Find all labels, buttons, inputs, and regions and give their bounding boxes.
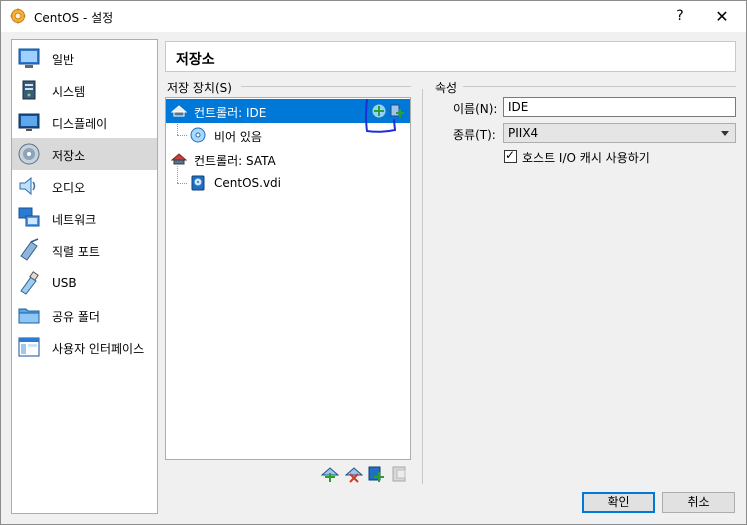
sidebar-item-label: 시스템 bbox=[52, 85, 86, 99]
sidebar-item-label: USB bbox=[52, 276, 77, 290]
sidebar-item-label: 디스플레이 bbox=[52, 117, 108, 131]
tree-item-empty-drive[interactable]: 비어 있음 bbox=[166, 123, 410, 147]
virtualbox-gear-icon bbox=[10, 8, 26, 24]
remove-attachment-icon[interactable] bbox=[391, 465, 409, 483]
name-label: 이름(N): bbox=[453, 102, 498, 116]
controller-icon bbox=[171, 105, 187, 117]
tree-item-sata-controller[interactable]: 컨트롤러: SATA bbox=[166, 147, 410, 171]
add-optical-drive-icon[interactable] bbox=[371, 103, 387, 119]
storage-tree[interactable]: 컨트롤러: IDE 비어 있음 컨트롤러: SATA CentOS.vdi bbox=[165, 97, 411, 460]
display-icon bbox=[18, 113, 40, 131]
window-title: CentOS - 설정 bbox=[34, 11, 114, 25]
sidebar-item-label: 사용자 인터페이스 bbox=[52, 342, 145, 356]
settings-window: CentOS - 설정 ? ✕ 일반 시스템 디스플레이 저장소 오디오 네트워… bbox=[0, 0, 747, 525]
help-button[interactable]: ? bbox=[657, 1, 703, 32]
sidebar-item-usb[interactable]: USB bbox=[12, 267, 157, 299]
sidebar-item-network[interactable]: 네트워크 bbox=[12, 202, 157, 234]
type-select[interactable]: PIIX4 bbox=[503, 123, 736, 143]
page-title: 저장소 bbox=[176, 52, 215, 68]
general-icon bbox=[18, 48, 40, 68]
tree-item-label: 비어 있음 bbox=[214, 130, 262, 144]
tree-item-ide-controller[interactable]: 컨트롤러: IDE bbox=[166, 99, 410, 123]
hard-disk-icon bbox=[191, 175, 205, 191]
user-interface-icon bbox=[18, 337, 40, 357]
sidebar-item-label: 공유 폴더 bbox=[52, 310, 100, 324]
sidebar-item-system[interactable]: 시스템 bbox=[12, 74, 157, 106]
shared-folder-icon bbox=[18, 308, 40, 324]
sidebar-item-label: 일반 bbox=[52, 53, 75, 67]
host-io-cache-label[interactable]: 호스트 I/O 캐시 사용하기 bbox=[522, 149, 650, 166]
settings-sidebar: 일반 시스템 디스플레이 저장소 오디오 네트워크 직렬 포트 USB 공유 폴… bbox=[11, 39, 158, 514]
sidebar-item-label: 네트워크 bbox=[52, 213, 97, 227]
sidebar-item-serial-port[interactable]: 직렬 포트 bbox=[12, 234, 157, 266]
sidebar-item-display[interactable]: 디스플레이 bbox=[12, 106, 157, 138]
name-input[interactable] bbox=[503, 97, 736, 117]
sidebar-item-label: 저장소 bbox=[52, 149, 86, 163]
type-select-value: PIIX4 bbox=[508, 126, 539, 140]
add-attachment-icon[interactable] bbox=[368, 465, 386, 483]
group-separator bbox=[463, 86, 736, 87]
ok-button[interactable]: 확인 bbox=[582, 492, 655, 513]
add-controller-icon[interactable] bbox=[321, 465, 339, 483]
remove-controller-icon[interactable] bbox=[345, 465, 363, 483]
sidebar-item-label: 직렬 포트 bbox=[52, 245, 100, 259]
checkmark-icon: ✓ bbox=[505, 148, 516, 162]
cancel-button[interactable]: 취소 bbox=[662, 492, 735, 513]
sidebar-item-audio[interactable]: 오디오 bbox=[12, 170, 157, 202]
attributes-group-label: 속성 bbox=[435, 81, 458, 95]
title-bar: CentOS - 설정 ? ✕ bbox=[1, 1, 746, 32]
optical-disc-icon bbox=[190, 127, 206, 143]
add-hard-disk-icon[interactable] bbox=[390, 103, 406, 119]
controller-icon bbox=[171, 153, 187, 165]
sidebar-item-shared-folder[interactable]: 공유 폴더 bbox=[12, 299, 157, 331]
tree-item-label: CentOS.vdi bbox=[214, 176, 282, 190]
sidebar-item-general[interactable]: 일반 bbox=[12, 42, 157, 74]
usb-icon bbox=[20, 271, 39, 295]
tree-item-label: 컨트롤러: SATA bbox=[194, 154, 276, 168]
serial-port-icon bbox=[20, 238, 39, 261]
storage-devices-group-label: 저장 장치(S) bbox=[167, 81, 232, 95]
audio-icon bbox=[19, 176, 36, 196]
chevron-down-icon bbox=[721, 131, 729, 136]
network-icon bbox=[18, 207, 40, 227]
tree-item-label: 컨트롤러: IDE bbox=[194, 106, 267, 120]
storage-icon bbox=[18, 143, 40, 165]
system-icon bbox=[22, 80, 36, 100]
tree-item-centos-vdi[interactable]: CentOS.vdi bbox=[166, 171, 410, 195]
sidebar-item-label: 오디오 bbox=[52, 181, 86, 195]
panel-divider bbox=[422, 89, 423, 484]
host-io-cache-checkbox[interactable]: ✓ bbox=[504, 148, 517, 163]
page-header: 저장소 bbox=[165, 41, 736, 72]
sidebar-item-storage[interactable]: 저장소 bbox=[12, 138, 157, 170]
sidebar-item-user-interface[interactable]: 사용자 인터페이스 bbox=[12, 331, 157, 363]
group-separator bbox=[241, 86, 411, 87]
close-button[interactable]: ✕ bbox=[699, 1, 745, 32]
type-label: 종류(T): bbox=[453, 128, 496, 142]
